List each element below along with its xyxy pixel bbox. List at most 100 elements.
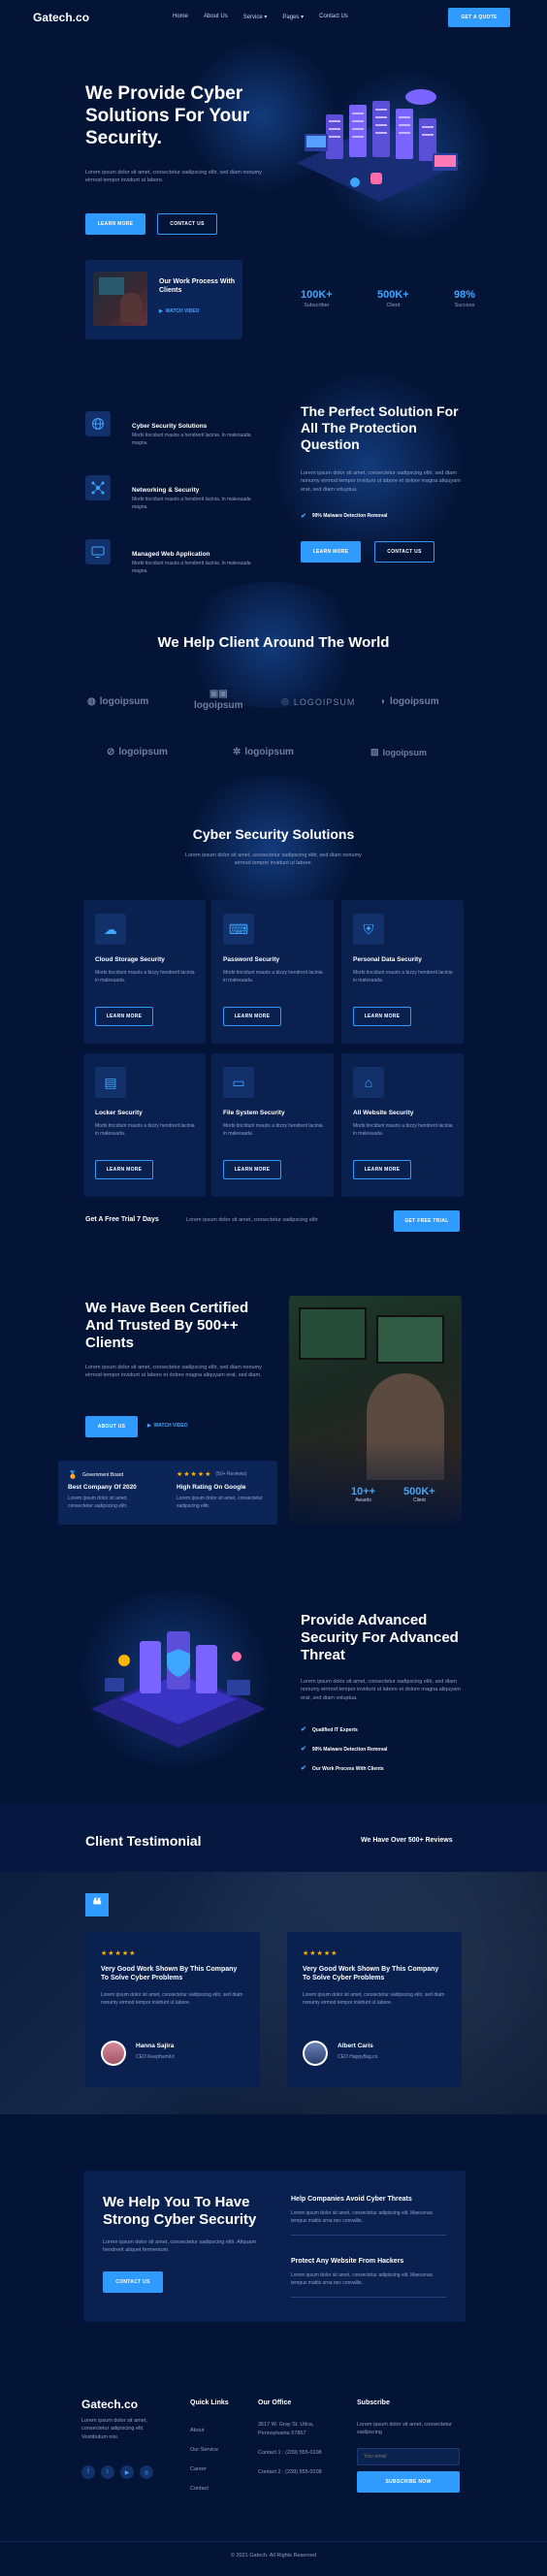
solution-item: Managed Web Application Morbi tincidunt … [85,530,270,594]
page: Gatech.co Home About Us Service ▾ Pages … [0,0,547,2576]
medal-icon: 🏅 [68,1470,78,1479]
hero-text: Lorem ipsum dolor sit amet, consectetur … [85,170,262,184]
cta-title: We Help You To Have Strong Cyber Securit… [103,2194,257,2228]
server-illustration [297,89,462,202]
stat-success: 98% Success [453,289,475,308]
trial-title: Get A Free Trial 7 Days [85,1216,159,1223]
free-trial-button[interactable]: GET FREE TRIAL [394,1210,460,1232]
hero: We Provide Cyber Solutions For Your Secu… [0,39,547,359]
advanced-checks: ✔ Qualified IT Experts ✔ 99% Malware Detec… [301,1721,387,1779]
security-illustration [91,1631,266,1748]
learn-more-button[interactable]: LEARN MORE [223,1160,281,1179]
watch-video-link[interactable]: ▶ WATCH VIDEO [159,308,200,314]
nav-contact[interactable]: Contact Us [319,14,348,20]
cta-section: We Help You To Have Strong Cyber Securit… [0,2171,547,2326]
office-contact2: Contact 2 : (239) 555-0108 [258,2469,322,2475]
contact-us-button[interactable]: CONTACT US [157,213,217,235]
contact-us-button[interactable]: CONTACT US [374,541,434,563]
testimonial-card: ★★★★★ Very Good Work Shown By This Compa… [85,1932,260,2087]
check-icon: ✔ [301,1726,306,1733]
footer-link[interactable]: About [190,2421,218,2440]
learn-more-button[interactable]: LEARN MORE [95,1007,153,1026]
check-icon: ✔ [301,513,306,520]
monitor-icon [85,539,111,564]
check-item: ✔ 99% Malware Detection Removal [301,1740,387,1759]
services-text: Lorem ipsum dolor sit amet, consectetur … [185,853,362,867]
facebook-icon[interactable]: f [81,2465,95,2479]
office-address: 3517 W. Gray St. Utica, Pennsylvania 578… [258,2422,314,2436]
logo-mark-icon: ◗ [380,696,387,707]
contact-us-button[interactable]: CONTACT US [103,2271,163,2293]
cloud-lock-icon: ☁ [95,914,126,945]
play-icon: ▶ [147,1423,151,1429]
nav-service[interactable]: Service ▾ [243,14,268,20]
footer-link[interactable]: Our Service [190,2440,218,2460]
subscribe-title: Subscribe [357,2399,390,2406]
logo[interactable]: Gatech.co [33,11,89,24]
check-item: ✔ Our Work Process With Clients [301,1759,387,1779]
stat-client: 500K+ Client [376,289,409,308]
office-title: Our Office [258,2399,292,2406]
service-card: ▤ Locker Security Morbi tincidunt mauris a… [83,1053,206,1197]
network-icon [85,475,111,500]
nav-about[interactable]: About Us [204,14,228,20]
client-logo: ◎ LOGOIPSUM [281,696,356,707]
solution-list: Cyber Security Solutions Morbi tincidunt… [85,402,270,594]
footer-link[interactable]: Career [190,2460,218,2479]
get-quote-button[interactable]: GET A QUOTE [448,8,510,27]
locker-icon: ▤ [95,1067,126,1098]
check-item: ✔ Qualified IT Experts [301,1721,387,1740]
certified-title: We Have Been Certified And Trusted By 50… [85,1300,249,1351]
watch-video-link[interactable]: ▶ WATCH VIDEO [147,1423,188,1429]
service-title: Cloud Storage Security [95,956,165,963]
star-rating-icon: ★★★★★ [303,1950,338,1957]
advanced-text: Lorem ipsum dolor sit amet, consectetur … [301,1679,461,1701]
chevron-down-icon: ▾ [264,15,268,20]
copyright: © 2021 Gatech. All Rights Reserved [230,2553,317,2559]
cta-card: We Help You To Have Strong Cyber Securit… [83,2171,466,2322]
learn-more-button[interactable]: LEARN MORE [353,1160,411,1179]
hacker-photo: 10++ Awards 500K+ Client [289,1296,462,1525]
client-logo: ◍ logoipsum [87,696,149,707]
shield-icon: ⛨ [353,914,384,945]
nav-home[interactable]: Home [173,14,188,20]
logo-mark-icon: ✲ [233,747,241,757]
nav-pages[interactable]: Pages ▾ [282,14,304,20]
learn-more-button[interactable]: LEARN MORE [95,1160,153,1179]
subscribe-button[interactable]: SUBSCRIBE NOW [357,2471,460,2493]
about-us-button[interactable]: ABOUT US [85,1416,138,1437]
twitter-icon[interactable]: t [101,2465,114,2479]
services-title: Cyber Security Solutions [192,826,355,842]
quote-icon: ❝ [85,1893,109,1916]
service-text: Morbi tincidunt mauris a bizzy hendrerit… [223,1123,323,1137]
logo-mark-icon: ▣▣ [209,689,228,699]
star-rating-icon: ★★★★★ [101,1950,137,1957]
office-contact1: Contact 1 : (239) 555-0108 [258,2450,322,2456]
footer: Gatech.co Lorem ipsum dolor sit amet, co… [0,2386,547,2576]
learn-more-button[interactable]: LEARN MORE [223,1007,281,1026]
learn-more-button[interactable]: LEARN MORE [353,1007,411,1026]
footer-logo[interactable]: Gatech.co [81,2398,138,2411]
footer-divider [0,2541,547,2542]
award-card: 🏅 Government Board Best Company Of 2020 L… [58,1461,277,1525]
email-field[interactable] [357,2448,460,2465]
services-section: Cyber Security Solutions Lorem ipsum dol… [0,815,547,1241]
certified-section: We Have Been Certified And Trusted By 50… [0,1290,547,1562]
learn-more-button[interactable]: LEARN MORE [301,541,361,563]
check-icon: ✔ [301,1746,306,1753]
youtube-icon[interactable]: ▶ [120,2465,134,2479]
footer-about: Lorem ipsum dolor sit amet, consectetur … [81,2418,147,2440]
solution-section: Cyber Security Solutions Morbi tincidunt… [0,388,547,592]
instagram-icon[interactable]: ◎ [140,2465,153,2479]
footer-link[interactable]: Contact [190,2479,218,2498]
service-text: Morbi tincidunt mauris a bizzy hendrerit… [223,970,323,983]
testimonial-section: ❝ ★★★★★ Very Good Work Shown By This Com… [0,1872,547,2114]
certified-text: Lorem ipsum dolor sit amet, consectetur … [85,1365,262,1379]
logo-mark-icon: ◎ [281,696,290,706]
learn-more-button[interactable]: LEARN MORE [85,213,145,235]
globe-icon [85,411,111,436]
client-logo: ◗ logoipsum [380,696,439,707]
trial-text: Lorem ipsum dolor sit amet, consectetur … [186,1217,318,1223]
client-logo: ⊘ logoipsum [107,747,168,757]
video-thumbnail[interactable] [93,272,147,326]
